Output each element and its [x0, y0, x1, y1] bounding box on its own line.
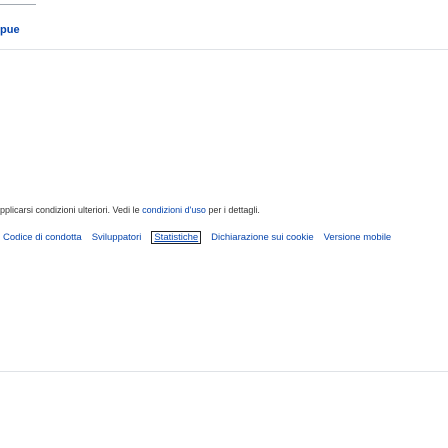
developers-link[interactable]: Sviluppatori: [92, 232, 142, 243]
footer-links: Codice di condotta Sviluppatori Statisti…: [3, 231, 401, 244]
statistics-link[interactable]: Statistiche: [151, 231, 202, 244]
cookie-statement-link[interactable]: Dichiarazione sui cookie: [211, 232, 313, 243]
terms-of-use-link[interactable]: condizioni d'uso: [142, 205, 206, 215]
section-divider-bottom: [0, 371, 448, 372]
license-notice: pplicarsi condizioni ulteriori. Vedi le …: [0, 205, 260, 215]
license-text-before: pplicarsi condizioni ulteriori. Vedi le: [0, 205, 143, 215]
top-rule: [0, 4, 36, 5]
section-divider-top: [0, 49, 448, 50]
license-text-after: per i dettagli.: [205, 205, 260, 215]
heading-fragment: pue: [0, 24, 20, 36]
mobile-view-link[interactable]: Versione mobile: [324, 232, 392, 243]
code-of-conduct-link[interactable]: Codice di condotta: [3, 232, 82, 243]
